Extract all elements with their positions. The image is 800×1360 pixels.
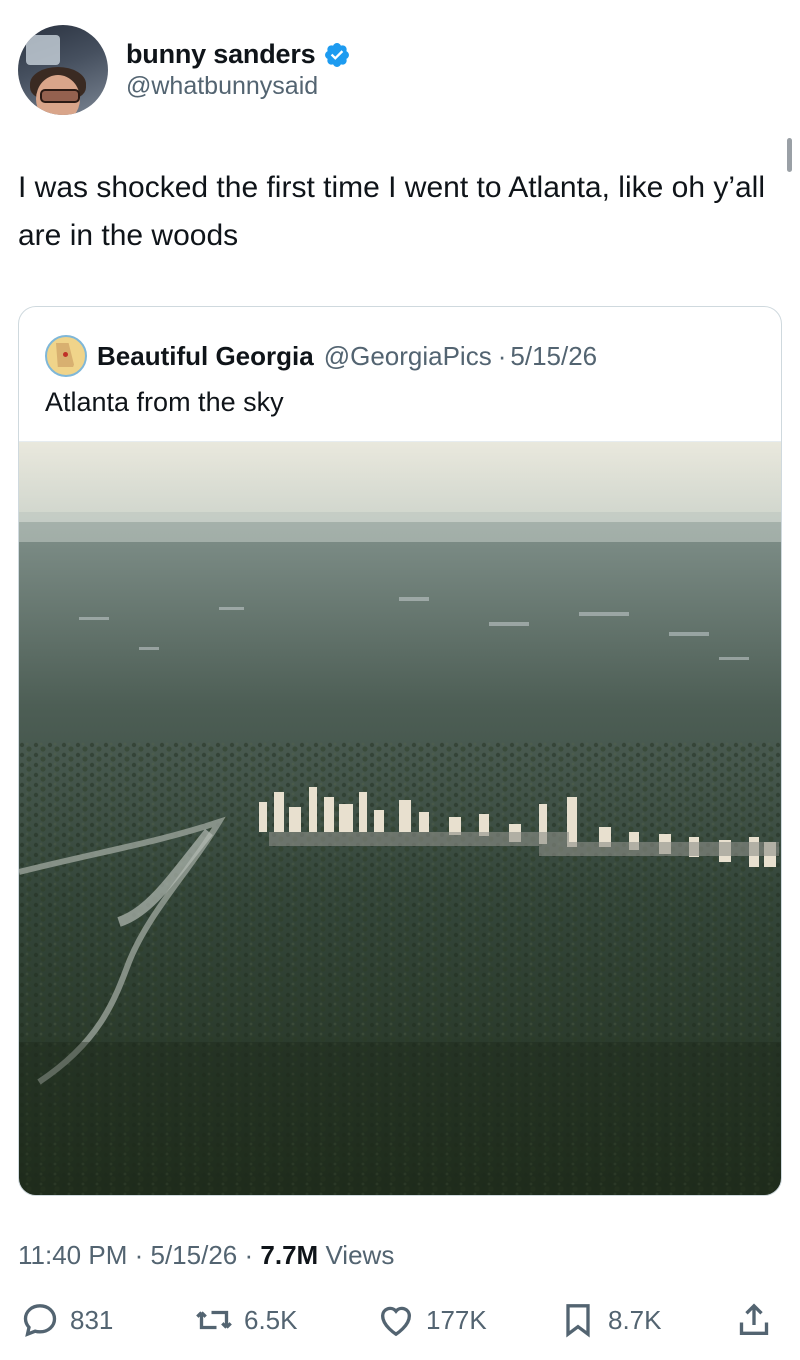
author-names: bunny sanders @whatbunnysaid: [126, 39, 351, 101]
like-count: 177K: [426, 1304, 487, 1335]
verified-badge-icon: [325, 42, 350, 67]
aerial-photo[interactable]: [19, 441, 781, 1195]
tweet-time[interactable]: 11:40 PM: [18, 1240, 127, 1270]
meta-separator: ·: [134, 1240, 144, 1270]
quoted-author-avatar[interactable]: [45, 335, 87, 377]
author-display-name[interactable]: bunny sanders: [126, 39, 316, 70]
share-button[interactable]: [734, 1300, 774, 1340]
tweet-text: I was shocked the first time I went to A…: [18, 171, 766, 252]
views-count: 7.7M: [260, 1240, 319, 1270]
quoted-tweet-text: Atlanta from the sky: [45, 387, 284, 417]
bookmark-button[interactable]: 8.7K: [558, 1300, 662, 1340]
meta-separator: ·: [244, 1240, 254, 1270]
reply-count: 831: [70, 1304, 114, 1335]
quoted-author-name[interactable]: Beautiful Georgia: [97, 341, 314, 372]
author-avatar[interactable]: [18, 25, 108, 115]
bookmark-icon: [566, 1304, 590, 1338]
reply-button[interactable]: 831: [20, 1300, 113, 1340]
share-icon: [739, 1303, 769, 1335]
quoted-author-handle[interactable]: @GeorgiaPics: [324, 341, 492, 372]
aerial-photo-image: [19, 442, 781, 1195]
quoted-date: 5/15/26: [510, 340, 598, 371]
repost-button[interactable]: 6.5K: [194, 1300, 298, 1340]
author-handle[interactable]: @whatbunnysaid: [126, 72, 351, 101]
tweet-actions: 831 6.5K 177K 8.7K: [18, 1300, 782, 1344]
reply-icon: [23, 1304, 57, 1337]
views-label: Views: [325, 1240, 395, 1270]
quoted-tweet-header: Beautiful Georgia @GeorgiaPics · 5/15/26: [45, 335, 597, 377]
quoted-separator: ·: [497, 340, 507, 371]
heart-icon: [380, 1306, 412, 1337]
like-button[interactable]: 177K: [376, 1300, 487, 1340]
bookmark-count: 8.7K: [608, 1304, 662, 1335]
tweet-meta: 11:40 PM · 5/15/26 · 7.7M Views: [18, 1240, 394, 1271]
repost-count: 6.5K: [244, 1304, 298, 1335]
tweet-date[interactable]: 5/15/26: [151, 1240, 238, 1270]
tweet-header: bunny sanders @whatbunnysaid: [18, 24, 351, 116]
repost-icon: [196, 1310, 232, 1330]
scrollbar[interactable]: [787, 138, 792, 172]
quoted-tweet-card[interactable]: Beautiful Georgia @GeorgiaPics · 5/15/26…: [18, 306, 782, 1196]
